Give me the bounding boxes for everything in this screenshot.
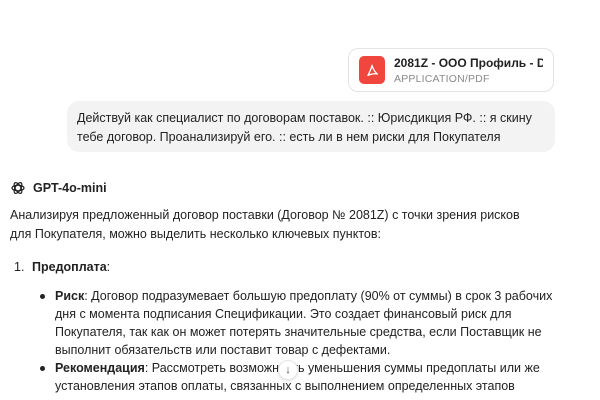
bullet-label: Риск [55,289,85,303]
openai-logo-icon [11,182,25,194]
bullet-text: : Договор подразумевает большую предопла… [55,289,553,357]
attachment-name: 2081Z - ООО Профиль - DME-... [394,55,543,70]
attachment-card[interactable]: 2081Z - ООО Профиль - DME-... APPLICATIO… [348,48,554,92]
user-message: Действуй как специалист по договорам пос… [67,101,555,152]
assistant-name: GPT-4o-mini [33,181,107,195]
bullet-item: Рекомендация: Рассмотреть возможность ум… [38,359,568,400]
attachment-type: APPLICATION/PDF [394,72,490,85]
assistant-intro: Анализируя предложенный договор поставки… [10,208,520,241]
arrow-down-icon: ↓ [285,364,291,376]
list-item-suffix: : [106,260,111,274]
list-item-number: 1. [14,260,25,274]
bullet-list: Риск: Договор подразумевает большую пред… [38,287,568,400]
list-item: 1. Предоплата: [14,260,110,274]
assistant-header: GPT-4o-mini [10,180,107,196]
scroll-down-button[interactable]: ↓ [278,360,298,380]
bullet-label: Рекомендация [55,361,145,375]
bullet-item: Риск: Договор подразумевает большую пред… [38,287,568,359]
pdf-icon [359,56,385,84]
list-item-title: Предоплата [32,260,107,274]
